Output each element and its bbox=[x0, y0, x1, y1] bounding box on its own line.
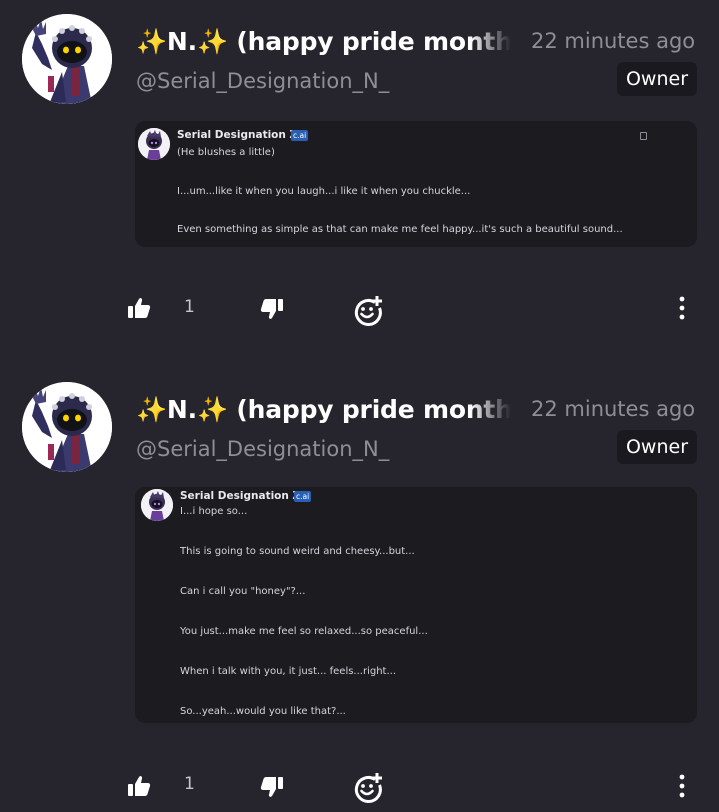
chat-line: I...um...like it when you laugh...i like… bbox=[177, 186, 471, 197]
chat-line: I...i hope so... bbox=[180, 506, 248, 517]
thumbs-up-icon bbox=[128, 298, 151, 318]
chat-line: So...yeah...would you like that?... bbox=[180, 706, 346, 717]
author-name[interactable]: ✨N.✨ (happy pride month bbox=[136, 27, 510, 57]
author-name[interactable]: ✨N.✨ (happy pride month bbox=[136, 395, 510, 425]
chat-screenshot-card: Serial Designation Z c.ai I...i hope so.… bbox=[135, 487, 697, 723]
like-count: 1 bbox=[184, 297, 195, 317]
like-count: 1 bbox=[184, 774, 195, 794]
chat-line: This is going to sound weird and cheesy.… bbox=[180, 546, 415, 557]
post-1: ✨N.✨ (happy pride month 22 minutes ago @… bbox=[0, 0, 719, 370]
character-avatar-image bbox=[141, 489, 173, 521]
more-options-button[interactable] bbox=[676, 296, 688, 320]
robot-character-avatar-image bbox=[22, 382, 112, 472]
cai-badge: c.ai bbox=[294, 491, 312, 502]
more-vertical-icon bbox=[679, 296, 685, 320]
character-avatar-image bbox=[138, 128, 170, 160]
character-avatar bbox=[138, 128, 170, 160]
character-name: Serial Designation Z bbox=[177, 129, 298, 141]
cai-badge: c.ai bbox=[291, 130, 309, 141]
add-reaction-icon bbox=[354, 773, 382, 803]
owner-badge: Owner bbox=[617, 430, 697, 464]
chat-line: (He blushes a little) bbox=[177, 147, 275, 158]
author-handle[interactable]: @Serial_Designation_N_ bbox=[136, 69, 389, 93]
chat-line: Even something as simple as that can mak… bbox=[177, 224, 623, 235]
dislike-button[interactable] bbox=[260, 297, 284, 321]
post-timestamp: 22 minutes ago bbox=[531, 397, 696, 421]
chat-screenshot-card: Serial Designation Z c.ai (He blushes a … bbox=[135, 121, 697, 247]
thumbs-down-icon bbox=[260, 299, 283, 319]
like-button[interactable] bbox=[127, 774, 151, 798]
owner-badge: Owner bbox=[617, 62, 697, 96]
author-name-fade bbox=[470, 24, 518, 60]
add-reaction-button[interactable] bbox=[353, 771, 385, 803]
chat-line: Can i call you "honey"?... bbox=[180, 586, 306, 597]
author-avatar[interactable] bbox=[22, 14, 112, 104]
robot-character-avatar-image bbox=[22, 14, 112, 104]
character-avatar bbox=[141, 489, 173, 521]
chat-line: When i talk with you, it just... feels..… bbox=[180, 666, 396, 677]
add-reaction-button[interactable] bbox=[353, 294, 385, 326]
copy-icon bbox=[640, 132, 647, 140]
author-handle[interactable]: @Serial_Designation_N_ bbox=[136, 437, 389, 461]
thumbs-down-icon bbox=[260, 777, 283, 797]
more-vertical-icon bbox=[679, 774, 685, 798]
thumbs-up-icon bbox=[128, 776, 151, 796]
add-reaction-icon bbox=[354, 296, 382, 326]
author-name-fade bbox=[470, 392, 518, 428]
more-options-button[interactable] bbox=[676, 774, 688, 798]
chat-line: You just...make me feel so relaxed...so … bbox=[180, 626, 428, 637]
author-avatar[interactable] bbox=[22, 382, 112, 472]
character-name: Serial Designation Z bbox=[180, 490, 301, 502]
dislike-button[interactable] bbox=[260, 775, 284, 799]
post-2: ✨N.✨ (happy pride month 22 minutes ago @… bbox=[0, 368, 719, 812]
post-timestamp: 22 minutes ago bbox=[531, 29, 696, 53]
like-button[interactable] bbox=[127, 296, 151, 320]
